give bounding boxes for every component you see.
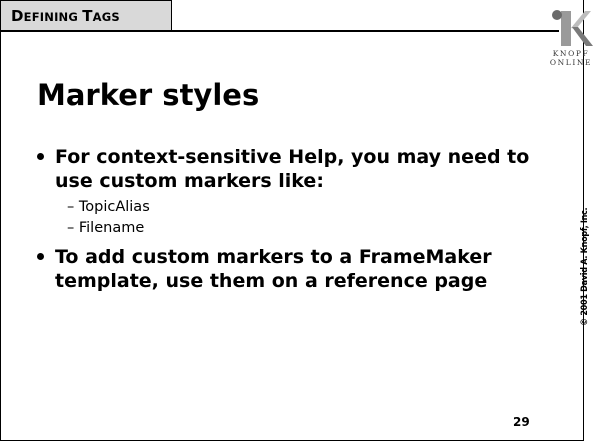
sub-bullet-list: – TopicAlias – Filename bbox=[55, 197, 537, 239]
header-divider bbox=[0, 30, 584, 32]
bullet-dot-icon bbox=[37, 253, 44, 260]
bullet-dot-icon bbox=[37, 153, 44, 160]
bullet-text: To add custom markers to a FrameMaker te… bbox=[55, 246, 492, 292]
logo-text-line1: KNOPF bbox=[552, 49, 590, 58]
bullet-text: For context-sensitive Help, you may need… bbox=[55, 146, 530, 192]
section-tag-initial: D bbox=[11, 7, 24, 25]
copyright-notice: © 2001 David A. Knopf, Inc. bbox=[580, 207, 590, 326]
bullet-list: For context-sensitive Help, you may need… bbox=[37, 145, 537, 293]
section-tag-part: EFINING bbox=[23, 10, 83, 24]
logo-text: KNOPF ONLINE bbox=[545, 49, 597, 67]
section-tag-initial-2: T bbox=[82, 7, 93, 25]
section-tag-part-2: AGS bbox=[92, 10, 120, 24]
bullet-item: For context-sensitive Help, you may need… bbox=[37, 145, 537, 239]
bullet-item: To add custom markers to a FrameMaker te… bbox=[37, 245, 537, 293]
sub-bullet-item: – Filename bbox=[67, 220, 145, 236]
logo-text-line2: ONLINE bbox=[549, 58, 593, 67]
sub-bullet-item: – TopicAlias bbox=[67, 199, 150, 215]
slide-number: 29 bbox=[513, 415, 530, 429]
slide-title: Marker styles bbox=[37, 78, 260, 112]
section-tag: DEFINING TAGS bbox=[0, 0, 172, 32]
